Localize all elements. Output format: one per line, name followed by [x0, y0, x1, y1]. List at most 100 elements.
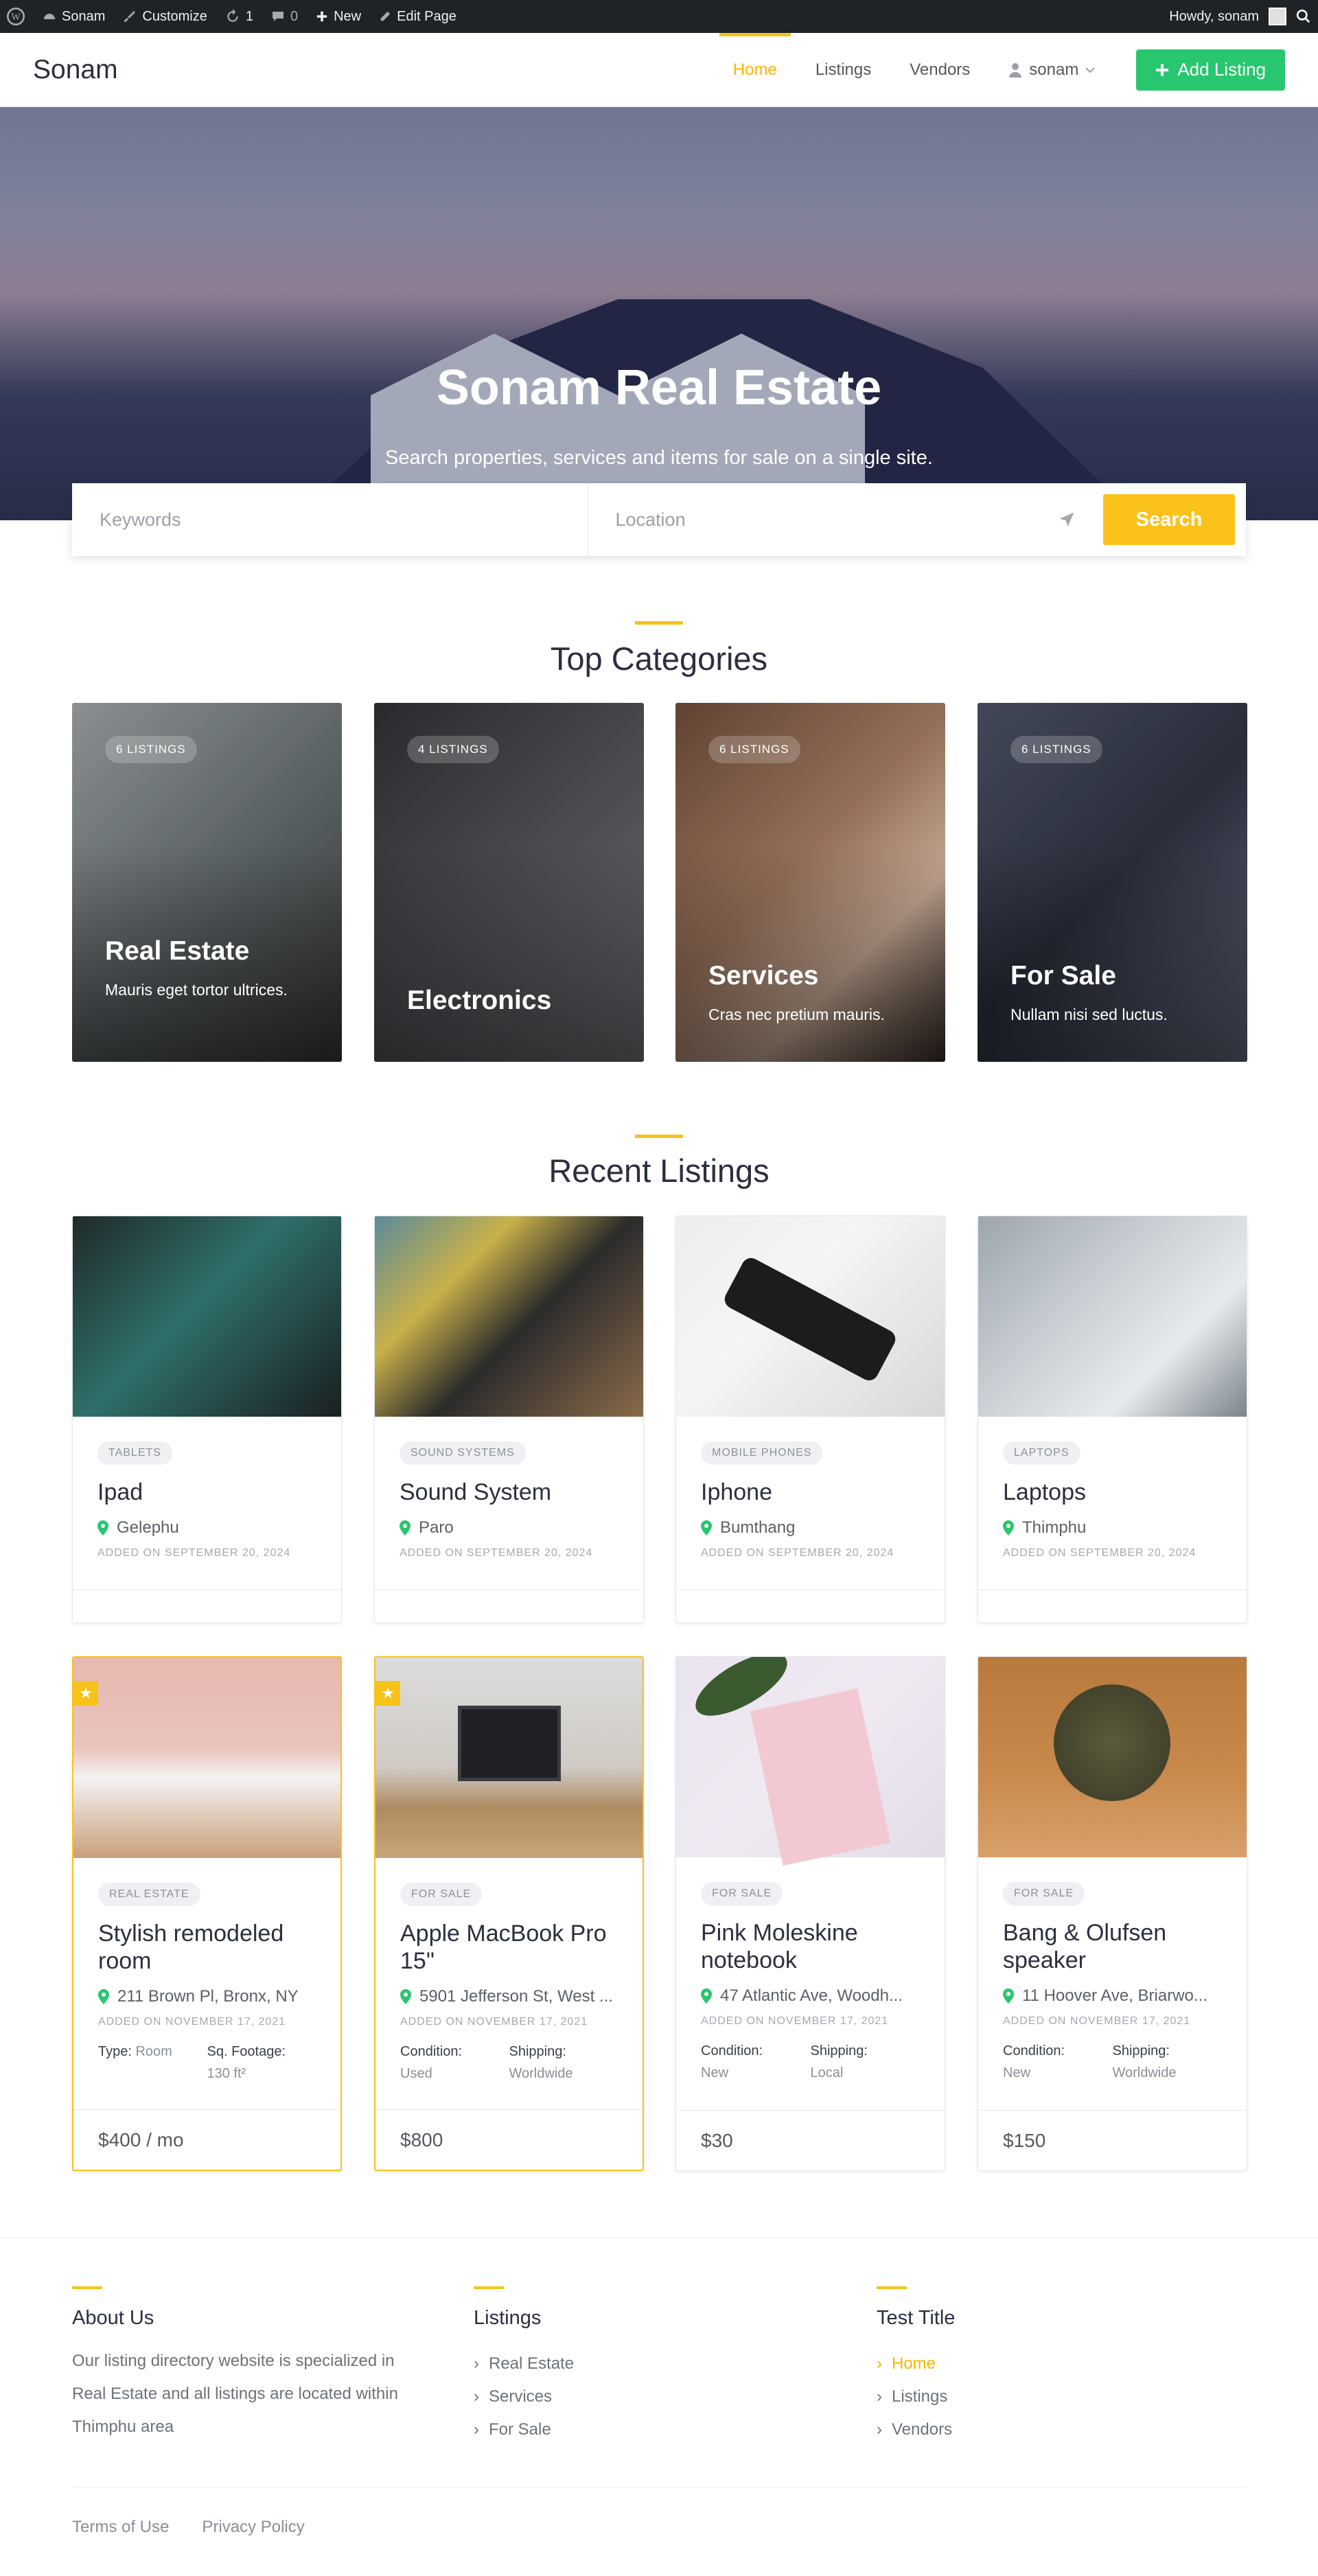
admin-new-link[interactable]: New [316, 9, 361, 25]
category-name: Electronics [407, 986, 552, 1015]
section-accent [635, 621, 683, 625]
category-pill[interactable]: SOUND SYSTEMS [400, 1441, 526, 1465]
nav-vendors[interactable]: Vendors [910, 33, 970, 106]
footer-listings: Listings › Real Estate › Services › For Sal… [474, 2286, 574, 2446]
chevron-right-icon: › [877, 2387, 882, 2406]
listing-card[interactable]: FOR SALE Bang & Olufsen speaker 11 Hoove… [978, 1656, 1247, 2171]
map-pin-icon [701, 1520, 712, 1535]
nav-home[interactable]: Home [719, 33, 791, 106]
category-pill[interactable]: TABLETS [97, 1441, 172, 1465]
category-pill[interactable]: FOR SALE [701, 1882, 783, 1905]
dashboard-icon [44, 14, 55, 19]
listing-image: ★ [375, 1658, 643, 1858]
wordpress-icon[interactable]: W [7, 8, 25, 25]
chevron-right-icon: › [474, 2387, 479, 2406]
map-pin-icon [1003, 1988, 1014, 2004]
listing-title[interactable]: Iphone [701, 1478, 920, 1506]
footer-link-vendors[interactable]: › Vendors [877, 2413, 955, 2446]
admin-site-link[interactable]: Sonam [43, 9, 105, 25]
listing-footer [978, 1590, 1247, 1623]
plus-icon [316, 11, 327, 22]
comment-icon [272, 12, 284, 21]
category-pill[interactable]: MOBILE PHONES [701, 1441, 823, 1465]
listing-title[interactable]: Laptops [1003, 1478, 1222, 1506]
listing-footer [676, 1590, 945, 1623]
footer-link-real-estate[interactable]: › Real Estate [474, 2347, 574, 2380]
category-card-electronics[interactable]: 4 LISTINGS Electronics [374, 703, 644, 1062]
star-icon: ★ [375, 1681, 400, 1706]
privacy-link[interactable]: Privacy Policy [202, 2518, 304, 2537]
category-desc: Nullam nisi sed luctus. [1010, 1006, 1168, 1023]
listing-attributes: Type: Room Sq. Footage: 130 ft² [98, 2044, 286, 2081]
listing-footer [375, 1590, 643, 1623]
listing-card[interactable]: SOUND SYSTEMS Sound System Paro ADDED ON… [374, 1216, 644, 1623]
category-card-real-estate[interactable]: 6 LISTINGS Real Estate Mauris eget torto… [72, 703, 342, 1062]
listing-location: Bumthang [701, 1518, 920, 1538]
plus-icon [1156, 63, 1169, 76]
listing-title[interactable]: Bang & Olufsen speaker [1003, 1919, 1222, 1974]
listing-title[interactable]: Apple MacBook Pro 15" [400, 1920, 618, 1975]
map-pin-icon [400, 1989, 411, 2004]
footer-link-for-sale[interactable]: › For Sale [474, 2413, 574, 2446]
listing-card[interactable]: MOBILE PHONES Iphone Bumthang ADDED ON S… [675, 1216, 945, 1623]
listing-attributes: Condition: New Shipping: Local [701, 2043, 868, 2080]
listing-location: 47 Atlantic Ave, Woodh... [701, 1986, 920, 2006]
category-pill[interactable]: FOR SALE [400, 1883, 483, 1906]
listing-card[interactable]: FOR SALE Pink Moleskine notebook 47 Atla… [675, 1656, 945, 2171]
listing-location: 5901 Jefferson St, West ... [400, 1987, 618, 2006]
top-categories-title: Top Categories [550, 640, 768, 677]
category-card-services[interactable]: 6 LISTINGS Services Cras nec pretium mau… [675, 703, 945, 1062]
location-input[interactable]: Location [588, 483, 1104, 556]
listing-title[interactable]: Sound System [400, 1478, 618, 1506]
recent-listings-title: Recent Listings [548, 1152, 770, 1189]
listing-attributes: Condition: Used Shipping: Worldwide [400, 2044, 573, 2081]
nav-listings[interactable]: Listings [816, 33, 871, 106]
keywords-input[interactable]: Keywords [72, 483, 588, 556]
brush-icon [124, 11, 136, 22]
listing-image [375, 1216, 643, 1417]
listing-card[interactable]: LAPTOPS Laptops Thimphu ADDED ON SEPTEMB… [978, 1216, 1247, 1623]
search-icon[interactable] [1296, 9, 1311, 24]
admin-howdy[interactable]: Howdy, sonam [1169, 9, 1259, 25]
listing-price: $150 [978, 2110, 1247, 2170]
avatar[interactable] [1269, 8, 1286, 25]
chevron-down-icon [1085, 67, 1096, 73]
footer-link-home[interactable]: › Home [877, 2347, 955, 2380]
terms-link[interactable]: Terms of Use [72, 2518, 169, 2537]
category-card-for-sale[interactable]: 6 LISTINGS For Sale Nullam nisi sed luct… [978, 703, 1247, 1062]
featured-listing-card[interactable]: ★ FOR SALE Apple MacBook Pro 15" 5901 Je… [374, 1656, 644, 2171]
search-button[interactable]: Search [1103, 494, 1235, 545]
admin-updates-link[interactable]: 1 [225, 9, 253, 25]
locate-icon[interactable] [1058, 511, 1076, 529]
listing-image: ★ [73, 1658, 340, 1858]
listing-date: ADDED ON SEPTEMBER 20, 2024 [701, 1547, 894, 1559]
category-pill[interactable]: LAPTOPS [1003, 1441, 1080, 1465]
listing-title[interactable]: Pink Moleskine notebook [701, 1919, 920, 1974]
admin-comments-link[interactable]: 0 [271, 9, 298, 25]
listing-card[interactable]: TABLETS Ipad Gelephu ADDED ON SEPTEMBER … [72, 1216, 342, 1623]
listing-title[interactable]: Stylish remodeled room [98, 1920, 316, 1975]
site-logo[interactable]: Sonam [33, 55, 118, 85]
listing-count-badge: 6 LISTINGS [105, 736, 197, 763]
listing-date: ADDED ON SEPTEMBER 20, 2024 [1003, 1547, 1196, 1559]
listing-footer [73, 1590, 341, 1623]
nav-user-menu[interactable]: sonam [1008, 33, 1096, 106]
footer-link-services[interactable]: › Services [474, 2380, 574, 2413]
admin-customize-link[interactable]: Customize [123, 9, 207, 25]
footer-about: About Us Our listing directory website i… [72, 2286, 429, 2444]
listing-image [978, 1657, 1247, 1857]
admin-edit-page-link[interactable]: Edit Page [379, 9, 456, 25]
add-listing-button[interactable]: Add Listing [1136, 49, 1285, 91]
svg-text:W: W [11, 12, 21, 23]
hero-section: Sonam Real Estate Search properties, ser… [0, 107, 1318, 520]
map-pin-icon [701, 1988, 712, 2004]
listing-date: ADDED ON NOVEMBER 17, 2021 [98, 2016, 286, 2028]
admin-bar: W Sonam Customize 1 0 New Edit Page Howd… [0, 0, 1318, 33]
category-desc: Cras nec pretium mauris. [708, 1006, 885, 1023]
listing-title[interactable]: Ipad [97, 1478, 316, 1506]
featured-listing-card[interactable]: ★ REAL ESTATE Stylish remodeled room 211… [72, 1656, 342, 2171]
footer-link-listings[interactable]: › Listings [877, 2380, 955, 2413]
listing-count-badge: 6 LISTINGS [1010, 736, 1102, 763]
category-pill[interactable]: FOR SALE [1003, 1882, 1085, 1905]
category-pill[interactable]: REAL ESTATE [98, 1883, 200, 1906]
